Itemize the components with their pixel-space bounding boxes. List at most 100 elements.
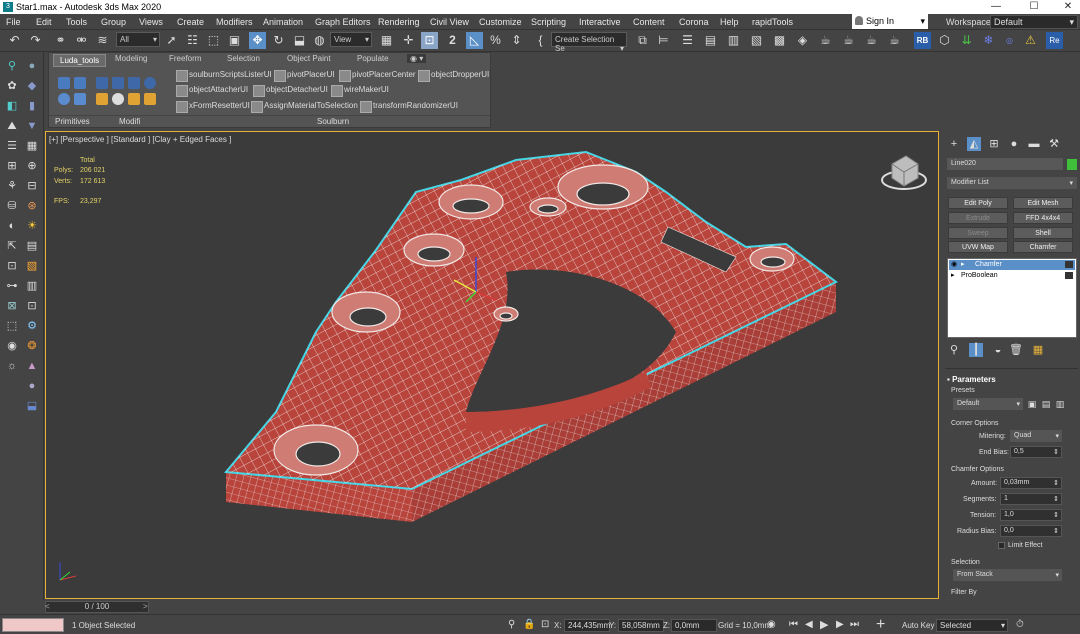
maxscript-listener[interactable] [2,618,64,632]
play-icon[interactable]: ▶ [820,618,828,631]
menu-help[interactable]: Help [720,17,739,27]
graph-icon[interactable]: ⊞ [4,158,20,174]
presets-dropdown[interactable]: Default ▾ [953,398,1023,410]
modify-tab-icon[interactable]: ◭ [967,137,981,151]
snowflake-icon[interactable]: ❄ [980,32,997,49]
modifier-icon[interactable] [96,77,108,89]
select-by-name-icon[interactable]: ☷ [184,32,201,49]
group-label-soulburn[interactable]: Soulburn [317,117,349,126]
menu-animation[interactable]: Animation [263,17,303,27]
render-icon[interactable]: ⊛ [24,198,40,214]
menu-graph-editors[interactable]: Graph Editors [315,17,371,27]
menu-views[interactable]: Views [139,17,163,27]
script-button[interactable]: transformRandomizerUI [360,101,458,113]
object-name-field[interactable]: Line020 [947,158,1063,170]
pyramid-icon[interactable]: ▲ [24,358,40,374]
utility-icon[interactable]: ⚙ [24,318,40,334]
script-button[interactable]: objectAttacherUI [176,85,248,97]
modifier-icon[interactable] [112,77,124,89]
modifier-icon[interactable] [128,93,140,105]
extrude-button[interactable]: Extrude [948,212,1008,224]
go-to-start-icon[interactable]: ⏮ [789,619,798,630]
prev-key-icon[interactable]: ◀ [805,619,813,630]
mirror-icon[interactable]: ⧉ [634,32,651,49]
time-slider-thumb[interactable]: 0 / 100 [55,601,139,613]
tab-modeling[interactable]: Modeling [115,54,147,63]
menu-rendering[interactable]: Rendering [378,17,420,27]
light-icon[interactable]: ☀ [24,218,40,234]
ribbon-options-icon[interactable]: ◉ ▾ [407,54,427,63]
sphere-icon[interactable]: ● [24,58,40,74]
shape-icon[interactable]: ▤ [24,238,40,254]
rotate-icon[interactable]: ↻ [270,32,287,49]
select-manipulate-icon[interactable]: ✛ [400,32,417,49]
eye-icon[interactable]: ◉ [951,260,957,268]
ribbon-toggle-icon[interactable]: ▥ [725,32,742,49]
add-key-button[interactable]: + [876,616,885,634]
eye-icon[interactable]: ◉ [4,338,20,354]
load-preset-icon[interactable]: ▤ [1039,397,1053,411]
stack-item-proboolean[interactable]: ▸ ProBoolean [949,271,1075,281]
expand-icon[interactable]: ▸ [951,271,955,279]
time-slider[interactable]: 0 / 100 < > [45,600,939,614]
bind-space-warp-icon[interactable]: ≋ [94,32,111,49]
align-icon[interactable]: ⊨ [655,32,672,49]
rapidtools-rb-button[interactable]: RB [914,32,931,49]
box-icon[interactable]: ◆ [24,78,40,94]
group-label-modifiers[interactable]: Modifi [119,117,140,126]
move-icon[interactable]: ✥ [249,32,266,49]
material-icon[interactable]: ▧ [24,258,40,274]
selection-filter-dropdown[interactable]: All ▾ [116,32,160,47]
next-frame-button[interactable]: > [143,602,148,611]
chamfer-button[interactable]: Chamfer [1013,241,1073,253]
modifier-icon[interactable] [144,93,156,105]
edit-mesh-button[interactable]: Edit Mesh [1013,197,1073,209]
selection-dropdown[interactable]: From Stack ▾ [953,569,1062,581]
amount-spinner[interactable]: 0,03mm ⇕ [1000,477,1062,489]
stack-item-chamfer[interactable]: ◉ ▸ Chamfer [949,260,1075,270]
spinner-icon[interactable]: ⇕ [1053,527,1059,535]
scale-icon[interactable]: ⬓ [291,32,308,49]
redo-icon[interactable]: ↷ [27,32,44,49]
parameters-rollout[interactable]: ▪ Parameters [947,375,1075,387]
undo-icon[interactable]: ↶ [6,32,23,49]
keyboard-shortcut-override-icon[interactable]: ⊡ [421,32,438,49]
object-icon[interactable]: ❂ [24,338,40,354]
window-crossing-icon[interactable]: ▣ [226,32,243,49]
x-coordinate-field[interactable]: 244,435mm [564,619,610,632]
curve-editor-icon[interactable]: ▧ [748,32,765,49]
layers-icon[interactable]: ⛁ [4,198,20,214]
select-object-icon[interactable]: ➚ [163,32,180,49]
pin-stack-icon[interactable]: ⚲ [947,343,961,357]
limit-effect-checkbox[interactable] [998,542,1005,549]
modifier-icon[interactable] [144,77,156,89]
y-coordinate-field[interactable]: 58,058mm [618,619,664,632]
plane-icon[interactable] [74,77,86,89]
tab-luda-tools[interactable]: Luda_tools [53,54,107,67]
menu-scripting[interactable]: Scripting [531,17,566,27]
menu-content[interactable]: Content [633,17,665,27]
go-to-end-icon[interactable]: ⏭ [850,619,859,630]
close-button[interactable]: ✕ [1058,1,1078,12]
sample-icon[interactable]: ▥ [24,278,40,294]
mitering-dropdown[interactable]: Quad ▾ [1010,430,1062,442]
minimize-button[interactable]: — [986,1,1006,12]
script-button[interactable]: pivotPlacerUI [274,70,335,82]
render-setup-icon[interactable]: ☕ [817,32,834,49]
segments-spinner[interactable]: 1 ⇕ [1000,493,1062,505]
render-production-icon[interactable]: ☕ [863,32,880,49]
maximize-button[interactable]: ☐ [1024,1,1044,12]
modifier-list-dropdown[interactable]: Modifier List ▾ [947,177,1077,189]
pin-icon[interactable]: ⚲ [4,58,20,74]
create-tab-icon[interactable]: + [947,137,961,151]
next-key-icon[interactable]: ▶ [836,619,844,630]
ffd-button[interactable]: FFD 4x4x4 [1013,212,1073,224]
uvw-map-button[interactable]: UVW Map [948,241,1008,253]
hierarchy-tab-icon[interactable]: ⊞ [987,137,1001,151]
warning-icon[interactable]: ⚠ [1022,32,1039,49]
sphere-icon[interactable] [58,93,70,105]
viewport-label[interactable]: [+] [Perspective ] [Standard ] [Clay + E… [49,135,231,144]
menu-group[interactable]: Group [101,17,126,27]
display-icon[interactable]: ⊠ [4,298,20,314]
gear-icon[interactable]: ✿ [4,78,20,94]
